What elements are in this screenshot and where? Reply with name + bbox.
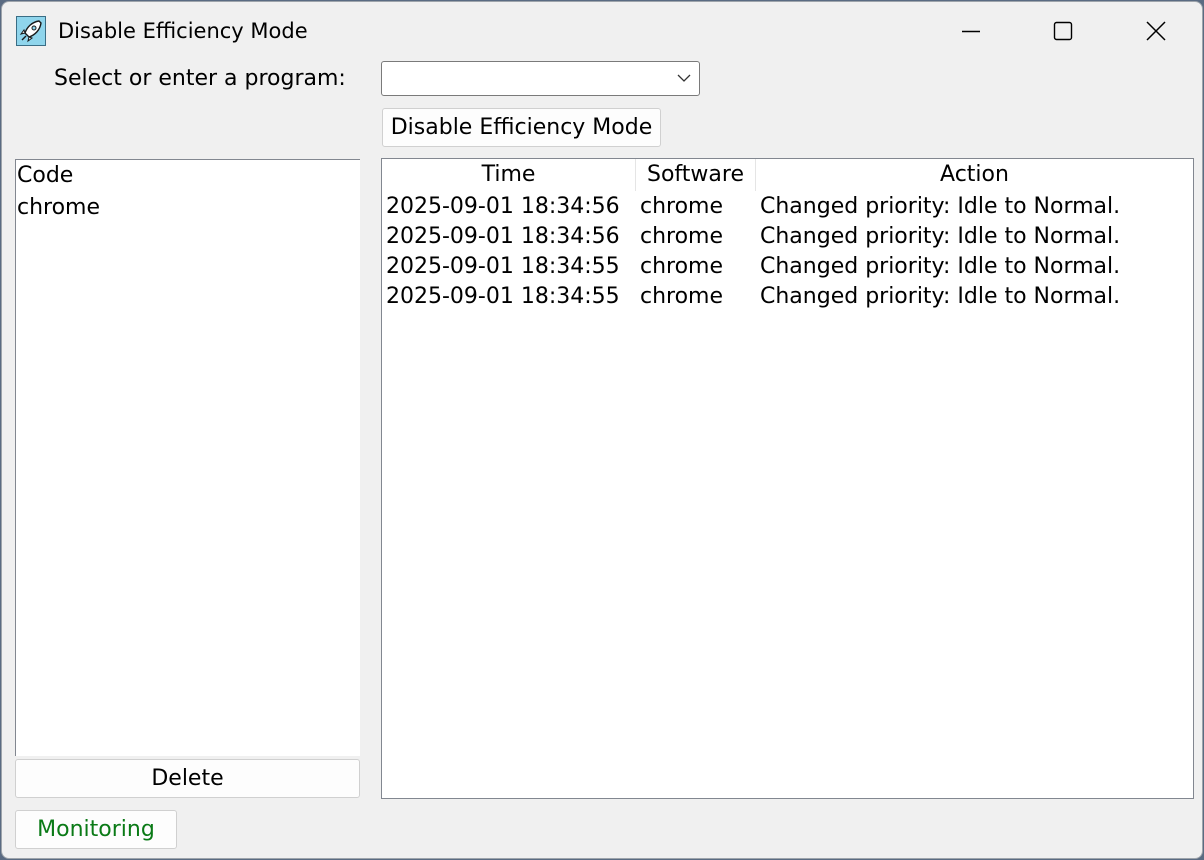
table-row[interactable]: 2025-09-01 18:34:55 chrome Changed prior… [382, 282, 1193, 312]
program-combobox[interactable] [381, 61, 700, 96]
table-header: Time Software Action [382, 159, 1193, 191]
disable-efficiency-button[interactable]: Disable Efficiency Mode [382, 108, 661, 147]
table-body: 2025-09-01 18:34:56 chrome Changed prior… [382, 192, 1193, 312]
cell-time: 2025-09-01 18:34:56 [386, 224, 620, 249]
program-list[interactable]: Code chrome [15, 159, 360, 756]
table-row[interactable]: 2025-09-01 18:34:55 chrome Changed prior… [382, 252, 1193, 282]
table-row[interactable]: 2025-09-01 18:34:56 chrome Changed prior… [382, 192, 1193, 222]
app-window: Disable Efficiency Mode Select or enter … [1, 1, 1203, 859]
program-select-label: Select or enter a program: [54, 66, 346, 91]
cell-action: Changed priority: Idle to Normal. [760, 284, 1121, 309]
table-row[interactable]: 2025-09-01 18:34:56 chrome Changed prior… [382, 222, 1193, 252]
column-header-action[interactable]: Action [756, 159, 1193, 191]
close-icon [1146, 21, 1166, 41]
cell-software: chrome [640, 224, 724, 249]
rocket-icon [16, 16, 46, 46]
list-item[interactable]: chrome [16, 192, 360, 224]
cell-software: chrome [640, 254, 724, 279]
log-table[interactable]: Time Software Action 2025-09-01 18:34:56… [381, 158, 1194, 799]
cell-action: Changed priority: Idle to Normal. [760, 224, 1121, 249]
cell-software: chrome [640, 194, 724, 219]
title-bar[interactable]: Disable Efficiency Mode [2, 2, 1202, 60]
cell-time: 2025-09-01 18:34:56 [386, 194, 620, 219]
cell-software: chrome [640, 284, 724, 309]
monitoring-status-button[interactable]: Monitoring [15, 810, 177, 849]
column-header-software[interactable]: Software [636, 159, 755, 191]
cell-action: Changed priority: Idle to Normal. [760, 254, 1121, 279]
cell-action: Changed priority: Idle to Normal. [760, 194, 1121, 219]
cell-time: 2025-09-01 18:34:55 [386, 284, 620, 309]
maximize-button[interactable] [1040, 2, 1086, 60]
cell-time: 2025-09-01 18:34:55 [386, 254, 620, 279]
window-title: Disable Efficiency Mode [58, 19, 308, 43]
chevron-down-icon[interactable] [677, 73, 691, 83]
list-item[interactable]: Code [16, 160, 360, 192]
delete-button[interactable]: Delete [15, 759, 360, 798]
close-button[interactable] [1133, 2, 1179, 60]
minimize-icon [962, 30, 980, 33]
column-header-time[interactable]: Time [382, 159, 635, 191]
minimize-button[interactable] [948, 2, 994, 60]
maximize-icon [1053, 21, 1073, 41]
